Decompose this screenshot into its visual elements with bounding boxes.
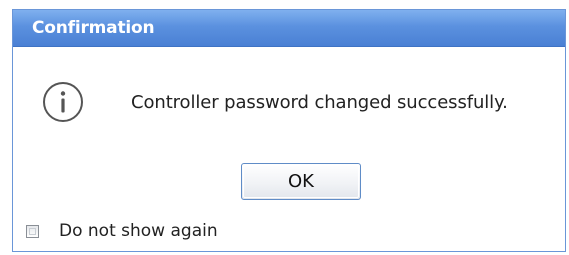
- dialog-title: Confirmation: [32, 18, 155, 38]
- info-icon: [43, 82, 83, 122]
- dialog-message: Controller password changed successfully…: [131, 92, 508, 113]
- do-not-show-again-checkbox[interactable]: [26, 225, 39, 238]
- confirmation-dialog: Confirmation Controller password changed…: [12, 9, 566, 252]
- do-not-show-again-label[interactable]: Do not show again: [59, 221, 218, 241]
- dialog-titlebar[interactable]: Confirmation: [13, 10, 565, 47]
- ok-button[interactable]: OK: [241, 163, 361, 200]
